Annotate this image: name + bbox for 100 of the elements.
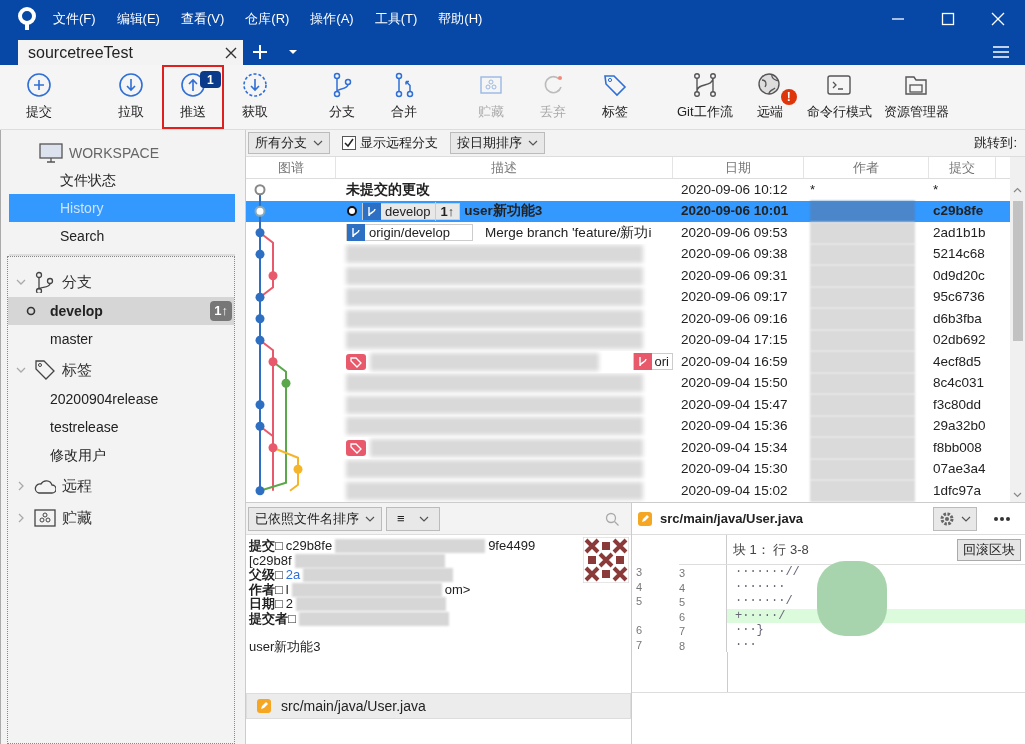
parent-link[interactable]: 2a <box>285 568 301 583</box>
graph-commit-node <box>268 443 278 453</box>
scrollbar[interactable] <box>1010 157 1025 502</box>
sidebar-item[interactable]: 修改用户 <box>8 441 234 469</box>
toolbar-button[interactable]: 远端 ! <box>738 65 801 129</box>
diff-line: 5 5 ·······/ <box>632 594 1025 609</box>
commit-hash-cell-text: c29b8fe <box>932 202 985 221</box>
column-header[interactable]: 描述 <box>336 157 673 178</box>
plus-circle-icon <box>26 72 52 99</box>
date-cell-text: 2020-09-04 15:02 <box>680 481 789 500</box>
toolbar-button[interactable]: 获取 <box>224 65 286 129</box>
column-header[interactable]: 提交 <box>929 157 996 178</box>
git-flow-icon <box>691 72 718 99</box>
commit-message: user新功能3 <box>464 202 543 221</box>
close-icon <box>225 46 237 59</box>
commit-row[interactable]: develop 1↑ user新功能3 2020-09-06 10:01 c29b8fe <box>246 200 1010 222</box>
tab-label: sourcetreeTest <box>28 42 134 63</box>
chevron-down-icon <box>313 140 323 146</box>
commit-hash-cell-text: d6b3fba <box>932 309 983 328</box>
sidebar-item[interactable]: 文件状态 <box>9 166 235 194</box>
file-path: src/main/java/User.java <box>660 509 805 528</box>
chevron-down-icon <box>418 515 429 522</box>
toolbar-button[interactable]: 资源管理器 <box>877 65 955 129</box>
toolbar-button[interactable]: Git工作流 <box>671 65 739 129</box>
revert-hunk-button[interactable]: 回滚区块 <box>957 538 1021 561</box>
graph-commit-node <box>268 357 278 367</box>
sort-dropdown[interactable]: 按日期排序 <box>450 132 545 154</box>
sidebar-item[interactable]: develop 1↑ <box>8 297 234 325</box>
toolbar-button[interactable]: 推送 1 <box>162 65 224 129</box>
column-header[interactable]: 作者 <box>804 157 929 178</box>
dropdown-caret-icon <box>288 49 298 55</box>
chevron-down-icon[interactable] <box>16 277 26 287</box>
commit-hash-cell-text: 07ae3a4 <box>932 460 987 479</box>
dashed-down-arrow-circle-icon <box>242 72 268 99</box>
more-icon <box>993 515 1011 522</box>
toolbar-button[interactable]: 提交 <box>8 65 70 129</box>
section-title[interactable]: 贮藏 <box>62 506 92 530</box>
branch-label: master <box>50 329 94 349</box>
menu-item[interactable]: 编辑(E) <box>116 9 160 29</box>
sidebar-item[interactable]: Search <box>9 222 235 250</box>
commit-hash-cell-text: 0d9d20c <box>932 266 986 285</box>
menu-item[interactable]: 文件(F) <box>53 9 96 29</box>
date-cell-text: 2020-09-04 16:59 <box>680 352 789 371</box>
up-arrow-circle-icon <box>180 72 206 99</box>
file-list-item[interactable]: src/main/java/User.java <box>246 693 631 719</box>
repository-tab[interactable]: sourcetreeTest <box>18 40 243 65</box>
branch-ref-label: ori <box>632 353 673 371</box>
commit-hash-cell-text: 8c4c031 <box>932 374 986 393</box>
sidebar-item[interactable]: 20200904release <box>8 385 234 413</box>
date-cell-text: 2020-09-06 09:31 <box>680 266 789 285</box>
branch-icon <box>633 353 652 371</box>
section-title[interactable]: 远程 <box>62 474 92 498</box>
branch-ref-label: origin/develop <box>346 224 473 242</box>
down-arrow-circle-icon <box>118 72 144 99</box>
checkbox[interactable] <box>342 136 356 150</box>
settings-dropdown[interactable] <box>933 506 977 531</box>
pencil-file-icon <box>257 699 271 713</box>
sidebar-item[interactable]: master <box>8 325 234 353</box>
chevron-right-icon[interactable] <box>16 513 26 523</box>
detail-label: 提交□ <box>249 539 283 554</box>
graph-commit-node <box>268 271 278 281</box>
date-cell-text: 2020-09-06 09:17 <box>680 288 789 307</box>
diff-line: 4 4 ······· <box>632 579 1025 594</box>
chevron-right-icon[interactable] <box>16 481 26 491</box>
detail-label: 日期□ <box>249 597 283 611</box>
commit-hash-cell-text: 95c6736 <box>932 288 986 307</box>
menu-item[interactable]: 操作(A) <box>310 9 354 29</box>
date-cell-text: 2020-09-06 09:16 <box>680 309 789 328</box>
chevron-down-icon[interactable] <box>16 365 26 375</box>
toolbar-button[interactable]: 合并 <box>373 65 435 129</box>
section-title[interactable]: 标签 <box>62 358 92 382</box>
sort-dropdown[interactable]: 已依照文件名排序 <box>248 506 382 531</box>
date-cell-text: 2020-09-04 15:34 <box>680 438 789 457</box>
menu-item[interactable]: 查看(V) <box>180 9 225 29</box>
detail-value: c29b8fe <box>285 539 333 554</box>
menu-item[interactable]: 帮助(H) <box>438 9 483 29</box>
column-header[interactable]: 日期 <box>673 157 804 178</box>
date-cell-text: 2020-09-06 09:53 <box>680 223 789 242</box>
commit-message: user新功能3 <box>249 640 322 655</box>
view-mode-dropdown[interactable]: ≡ <box>386 506 440 531</box>
tag-icon <box>602 72 628 99</box>
branch-filter-dropdown[interactable]: 所有分支 <box>248 132 330 154</box>
settings-icon <box>939 510 955 527</box>
toolbar-button[interactable]: 拉取 <box>100 65 162 129</box>
sidebar-item[interactable]: testrelease <box>8 413 234 441</box>
toolbar-button[interactable]: 命令行模式 <box>800 65 878 129</box>
commit-message: Merge branch 'feature/新功i <box>485 223 652 242</box>
column-header[interactable]: 图谱 <box>246 157 336 178</box>
date-cell-text: 2020-09-06 09:38 <box>680 245 789 264</box>
section-title[interactable]: 分支 <box>62 270 92 294</box>
commit-hash-cell-text: 2ad1b1b <box>932 223 987 242</box>
detail-value: 2 <box>285 597 294 612</box>
menu-item[interactable]: 仓库(R) <box>245 9 290 29</box>
checkbox-label: 显示远程分支 <box>360 134 438 153</box>
graph-commit-node <box>255 486 265 496</box>
toolbar-button[interactable]: 标签 <box>584 65 646 129</box>
menu-icon <box>993 45 1009 59</box>
toolbar-button[interactable]: 分支 <box>311 65 373 129</box>
menu-item[interactable]: 工具(T) <box>374 9 418 29</box>
maximize-icon <box>941 12 955 26</box>
